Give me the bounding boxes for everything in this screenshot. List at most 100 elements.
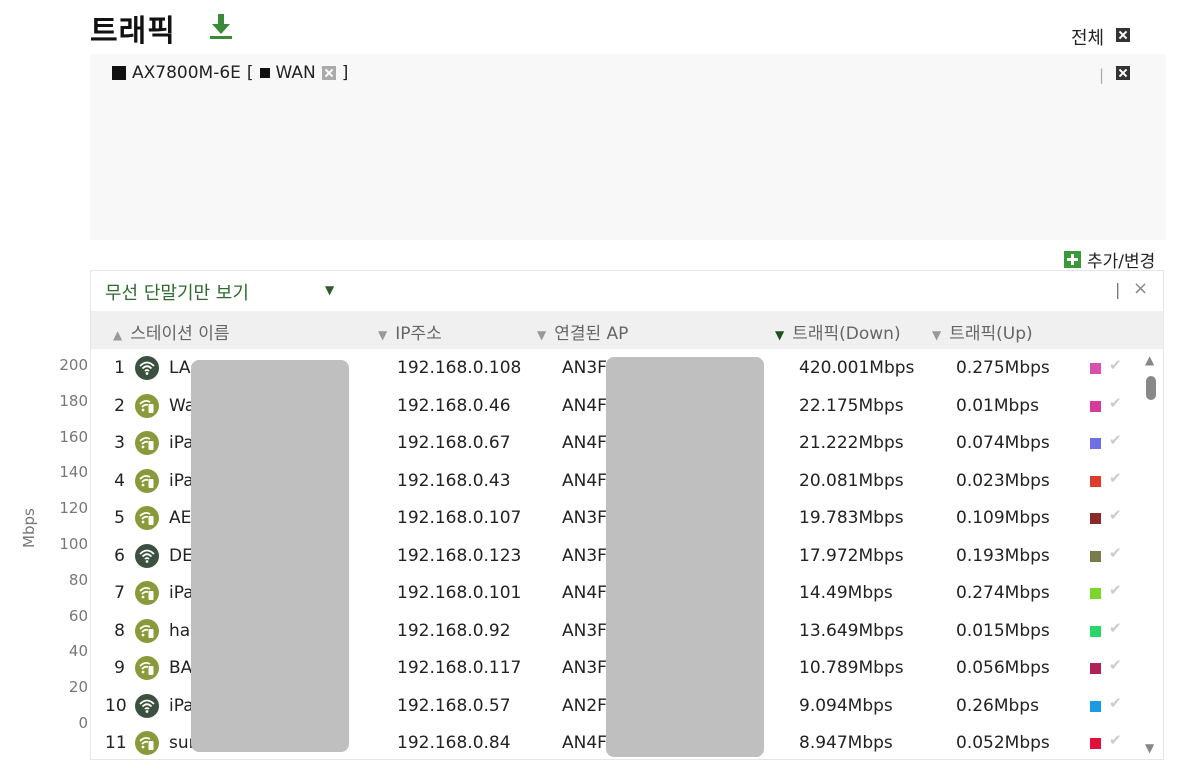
- sort-down-icon: ▼: [932, 328, 942, 342]
- row-index: 10: [105, 695, 127, 716]
- mobile-wifi-icon: [135, 468, 159, 493]
- mobile-wifi-icon: [135, 506, 159, 530]
- all-label: 전체: [1071, 28, 1105, 49]
- wifi-icon: [135, 693, 159, 718]
- add-change-label: 추가/변경: [1087, 252, 1156, 272]
- station-name: iPa: [169, 470, 194, 491]
- connected-ap: AN4F: [562, 470, 607, 491]
- sort-down-icon: ▼: [378, 328, 388, 342]
- mobile-wifi-icon: [135, 431, 159, 455]
- traffic-up: 0.109Mbps: [956, 508, 1050, 528]
- download-icon[interactable]: [208, 12, 234, 40]
- mobile-wifi-icon: [135, 618, 159, 643]
- check-icon[interactable]: ✔: [1109, 544, 1122, 562]
- y-tick-label: 100: [59, 535, 88, 553]
- station-name: LA: [169, 358, 191, 378]
- check-icon[interactable]: ✔: [1109, 731, 1122, 749]
- close-icon[interactable]: ×: [1133, 278, 1148, 299]
- connected-ap: AN4F: [562, 395, 607, 416]
- series-color-swatch: [1090, 475, 1101, 487]
- traffic-up: 0.052Mbps: [956, 733, 1050, 753]
- ip-address: 192.168.0.57: [397, 695, 511, 716]
- ip-address: 192.168.0.123: [397, 545, 522, 566]
- scroll-thumb[interactable]: [1146, 376, 1156, 400]
- traffic-down: 8.947Mbps: [799, 733, 893, 753]
- col-ip[interactable]: ▼ IP주소: [378, 319, 442, 344]
- clear-filter-icon[interactable]: [1116, 66, 1130, 80]
- connected-ap: AN3F: [562, 620, 607, 641]
- connected-ap: AN3F: [562, 358, 607, 378]
- check-icon[interactable]: ✔: [1109, 619, 1122, 637]
- scroll-down-icon[interactable]: ▼: [1145, 741, 1154, 755]
- check-icon[interactable]: ✔: [1109, 394, 1122, 412]
- check-icon[interactable]: ✔: [1109, 469, 1122, 487]
- y-tick-label: 20: [68, 678, 88, 697]
- add-change-button[interactable]: 추가/변경: [1064, 247, 1155, 272]
- check-icon[interactable]: ✔: [1109, 356, 1122, 374]
- scrollbar[interactable]: ▲ ▼: [1143, 351, 1159, 759]
- page-title: 트래픽: [90, 14, 176, 49]
- y-tick-label: 80: [68, 570, 88, 589]
- check-icon[interactable]: ✔: [1109, 581, 1122, 599]
- filter-panel: AX7800M-6E [ WAN ] |: [90, 54, 1166, 240]
- ip-address: 192.168.0.108: [397, 358, 522, 378]
- series-color-swatch: [1090, 438, 1101, 449]
- interface-name: WAN: [275, 63, 316, 83]
- check-icon[interactable]: ✔: [1109, 506, 1122, 524]
- traffic-down: 19.783Mbps: [799, 508, 904, 528]
- traffic-down: 420.001Mbps: [799, 358, 915, 378]
- row-index: 11: [105, 733, 127, 753]
- ip-address: 192.168.0.84: [397, 733, 511, 753]
- series-color-swatch: [1090, 400, 1101, 412]
- mobile-wifi-icon: [135, 731, 159, 755]
- dropdown-header: 무선 단말기만 보기 ▼ | ×: [91, 271, 1163, 311]
- row-index: 7: [114, 583, 125, 603]
- wireless-only-select[interactable]: 무선 단말기만 보기: [105, 279, 249, 305]
- series-color-swatch: [1090, 625, 1101, 637]
- sort-active-icon: ▼: [775, 328, 785, 342]
- col-up[interactable]: ▼ 트래픽(Up): [932, 319, 1033, 344]
- traffic-up: 0.023Mbps: [956, 470, 1050, 491]
- traffic-down: 14.49Mbps: [799, 583, 893, 603]
- ip-address: 192.168.0.67: [397, 433, 511, 453]
- mobile-wifi-icon: [135, 656, 159, 680]
- sort-up-icon: ▲: [113, 328, 123, 342]
- traffic-down: 22.175Mbps: [799, 395, 904, 416]
- row-index: 3: [114, 433, 125, 453]
- connected-ap: AN3F: [562, 658, 607, 678]
- station-name: iPa: [169, 433, 194, 453]
- station-name: AE: [169, 508, 192, 528]
- traffic-down: 17.972Mbps: [799, 545, 904, 566]
- interface-color-icon: [259, 68, 270, 78]
- col-ap[interactable]: ▼ 연결된 AP: [537, 319, 628, 344]
- series-color-swatch: [1090, 738, 1101, 749]
- close-all-icon[interactable]: [1116, 28, 1130, 42]
- station-name: DE: [169, 545, 193, 566]
- check-icon[interactable]: ✔: [1109, 694, 1122, 712]
- connected-ap: AN3F: [562, 545, 607, 566]
- connected-ap: AN4F: [562, 433, 607, 453]
- y-tick-label: 200: [59, 356, 88, 374]
- traffic-up: 0.074Mbps: [956, 433, 1050, 453]
- check-icon[interactable]: ✔: [1109, 656, 1122, 674]
- traffic-up: 0.274Mbps: [956, 583, 1050, 603]
- device-name: AX7800M-6E: [132, 63, 241, 83]
- remove-interface-icon[interactable]: [321, 66, 336, 80]
- row-index: 4: [114, 470, 125, 491]
- col-down[interactable]: ▼ 트래픽(Down): [775, 319, 901, 344]
- row-index: 6: [114, 545, 125, 566]
- col-station-name[interactable]: ▲ 스테이션 이름: [113, 319, 229, 344]
- mobile-wifi-icon: [135, 581, 159, 605]
- traffic-up: 0.015Mbps: [956, 620, 1050, 641]
- sort-down-icon: ▼: [537, 328, 547, 342]
- scroll-up-icon[interactable]: ▲: [1145, 353, 1154, 367]
- open-bracket: [: [246, 63, 254, 83]
- traffic-down: 9.094Mbps: [799, 695, 893, 716]
- filter-chip: AX7800M-6E [ WAN ]: [112, 63, 348, 83]
- traffic-down: 10.789Mbps: [799, 658, 904, 678]
- plus-icon: [1064, 251, 1081, 268]
- caret-down-icon[interactable]: ▼: [325, 283, 334, 297]
- row-index: 5: [114, 508, 125, 528]
- check-icon[interactable]: ✔: [1109, 431, 1122, 449]
- series-color-swatch: [1090, 663, 1101, 674]
